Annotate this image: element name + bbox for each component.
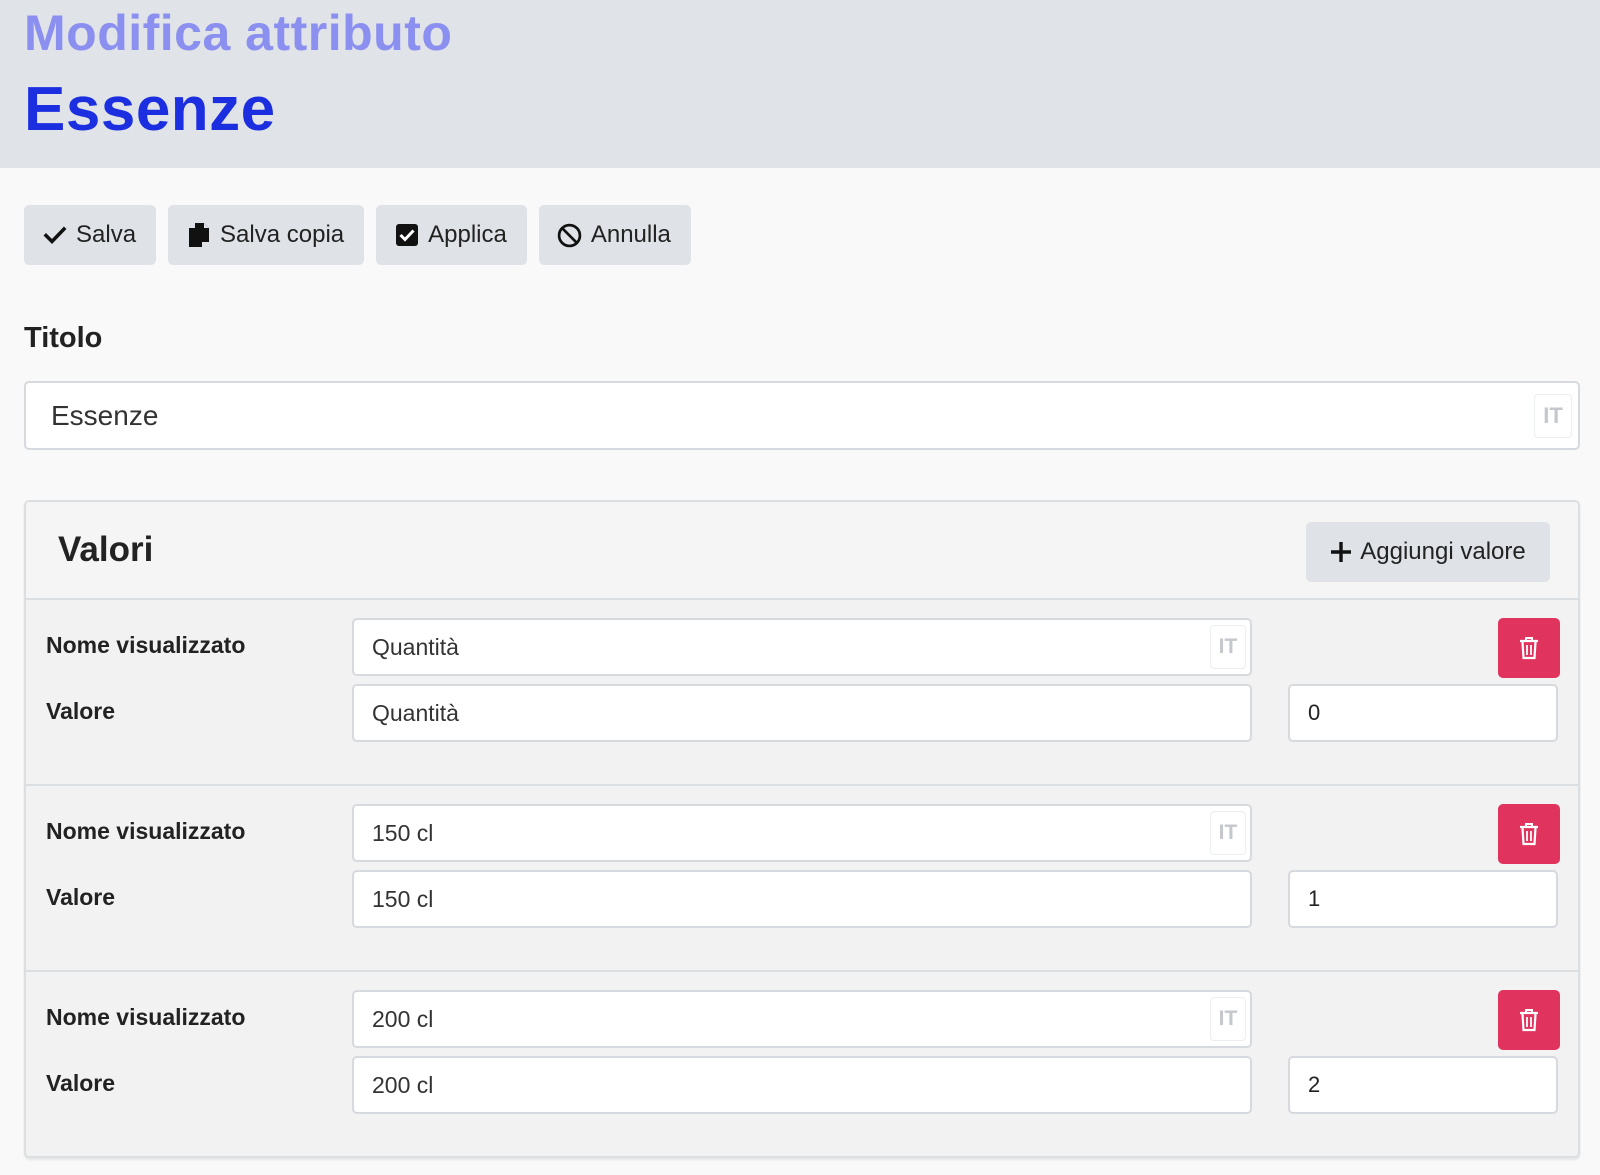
apply-button[interactable]: Applica [376, 205, 527, 265]
order-input[interactable] [1288, 870, 1558, 928]
display-name-lang-tag[interactable]: IT [1210, 625, 1246, 669]
display-name-field: IT [352, 618, 1252, 676]
order-input[interactable] [1288, 684, 1558, 742]
value-label: Valore [46, 884, 116, 910]
values-card-header: Valori Aggiungi valore [26, 502, 1578, 600]
value-field [352, 870, 1252, 928]
display-name-input[interactable] [354, 806, 1194, 860]
add-value-button-label: Aggiungi valore [1360, 538, 1526, 565]
display-name-field: IT [352, 804, 1252, 862]
display-name-lang-tag[interactable]: IT [1210, 997, 1246, 1041]
value-row: Nome visualizzato IT Valore [26, 600, 1578, 786]
save-copy-button-label: Salva copia [220, 221, 345, 248]
value-field [352, 1056, 1252, 1114]
value-label: Valore [46, 1070, 116, 1096]
page-subtitle: Modifica attributo [24, 5, 453, 61]
values-title: Valori [58, 530, 154, 569]
display-name-input[interactable] [354, 992, 1194, 1046]
value-field [352, 684, 1252, 742]
page-header: Modifica attributo Essenze [0, 0, 1600, 168]
save-copy-button[interactable]: Salva copia [168, 205, 365, 265]
checkbox-icon [394, 222, 420, 248]
values-card: Valori Aggiungi valore Nome visualizzato… [24, 500, 1580, 1158]
display-name-label: Nome visualizzato [46, 818, 246, 844]
plus-icon [1330, 541, 1352, 563]
title-lang-tag[interactable]: IT [1534, 393, 1572, 438]
trash-icon [1518, 636, 1540, 660]
cancel-button[interactable]: Annulla [538, 205, 691, 265]
delete-value-button[interactable] [1498, 804, 1560, 864]
add-value-button[interactable]: Aggiungi valore [1306, 522, 1550, 582]
apply-button-label: Applica [428, 221, 507, 248]
value-input[interactable] [354, 1058, 1194, 1112]
check-icon [42, 222, 68, 248]
display-name-lang-tag[interactable]: IT [1210, 811, 1246, 855]
value-label: Valore [46, 698, 116, 724]
ban-icon [557, 222, 583, 248]
delete-value-button[interactable] [1498, 618, 1560, 678]
delete-value-button[interactable] [1498, 990, 1560, 1050]
order-input[interactable] [1288, 1056, 1558, 1114]
title-input[interactable] [26, 383, 1516, 448]
value-input[interactable] [354, 686, 1194, 740]
toolbar: Salva Salva copia Applica Annulla [24, 205, 691, 265]
value-input[interactable] [354, 872, 1194, 926]
copy-icon [186, 222, 212, 248]
page-title: Essenze [24, 75, 276, 144]
cancel-button-label: Annulla [590, 221, 671, 248]
trash-icon [1518, 822, 1540, 846]
value-row: Nome visualizzato IT Valore [26, 972, 1578, 1156]
title-field: IT [24, 381, 1580, 450]
save-button[interactable]: Salva [24, 205, 157, 265]
save-button-label: Salva [76, 221, 137, 248]
title-label: Titolo [24, 322, 103, 354]
display-name-label: Nome visualizzato [46, 1004, 246, 1030]
value-row: Nome visualizzato IT Valore [26, 786, 1578, 972]
display-name-label: Nome visualizzato [46, 632, 246, 658]
trash-icon [1518, 1008, 1540, 1032]
display-name-input[interactable] [354, 620, 1194, 674]
display-name-field: IT [352, 990, 1252, 1048]
